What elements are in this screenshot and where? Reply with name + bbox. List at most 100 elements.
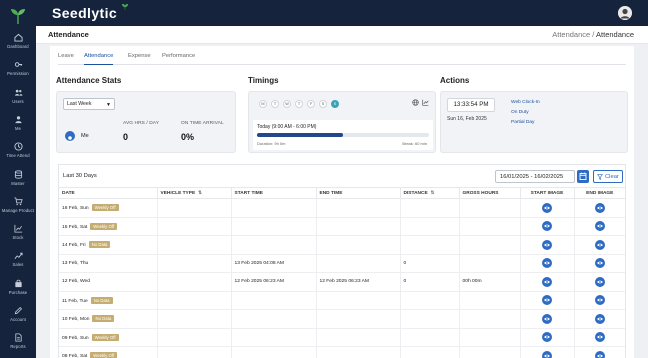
partial-day-link[interactable]: Partial Day bbox=[511, 120, 534, 125]
breadcrumb-parent[interactable]: Attendance bbox=[552, 30, 590, 39]
view-start-image-button[interactable] bbox=[542, 258, 552, 269]
view-end-image-button[interactable] bbox=[594, 350, 605, 358]
brand-name[interactable]: Seedlytic bbox=[52, 5, 117, 21]
date-text: 15 Feb, Sat bbox=[62, 224, 88, 230]
globe-icon[interactable] bbox=[412, 99, 419, 106]
tab-leave[interactable]: Leave bbox=[58, 53, 74, 65]
chart-icon[interactable] bbox=[422, 99, 429, 106]
view-end-image-button[interactable] bbox=[594, 332, 605, 343]
attendance-log: Last 30 Days 16/01/2025 - 16/02/2025 Cle… bbox=[58, 164, 626, 358]
sidebar-item-purchase[interactable]: Purchase bbox=[0, 279, 36, 309]
sales-icon bbox=[14, 253, 23, 260]
view-start-image-button[interactable] bbox=[542, 295, 552, 306]
calendar-button[interactable] bbox=[577, 170, 589, 183]
view-end-image-button[interactable] bbox=[594, 221, 605, 232]
view-start-image-button[interactable] bbox=[542, 276, 552, 287]
sort-icon[interactable]: ⇅ bbox=[198, 190, 202, 195]
table-row: 12 Feb, Wed 12 Feb 2025 06:23 AM 12 Feb 20… bbox=[59, 272, 625, 292]
cell-end-image bbox=[574, 346, 625, 358]
bag-icon bbox=[14, 279, 22, 287]
view-start-image-button[interactable] bbox=[542, 221, 552, 232]
eye-icon bbox=[544, 206, 550, 210]
date-range-input[interactable]: 16/01/2025 - 16/02/2025 bbox=[495, 170, 575, 183]
cell-start-time bbox=[231, 291, 317, 310]
cell-date: 13 Feb, Thu bbox=[59, 254, 158, 273]
view-start-image-button[interactable] bbox=[542, 350, 552, 358]
view-start-image-button[interactable] bbox=[542, 202, 552, 213]
sidebar-item-sales[interactable]: Sales bbox=[0, 251, 36, 281]
chart-line-icon bbox=[13, 224, 22, 233]
cell-start-time bbox=[231, 235, 317, 255]
sidebar-item-label: Master bbox=[11, 180, 25, 186]
weekday-3[interactable]: T bbox=[295, 100, 303, 108]
cell-start-time bbox=[231, 346, 317, 358]
cell-date: 15 Feb, Sat Weekly Off bbox=[59, 217, 158, 236]
sidebar-item-account[interactable]: Account bbox=[0, 306, 36, 336]
sidebar-item-permission[interactable]: Permission bbox=[0, 60, 36, 90]
weekday-4[interactable]: F bbox=[307, 100, 315, 108]
sidebar-item-label: Manage Product bbox=[1, 207, 35, 213]
sidebar-item-time-attend[interactable]: Time Attend bbox=[0, 142, 36, 172]
period-select[interactable]: Last Week ▼ bbox=[63, 98, 115, 110]
main-content: Leave Attendance Expense Performance Att… bbox=[50, 46, 634, 358]
stats-title: Attendance Stats bbox=[56, 76, 122, 85]
user-avatar[interactable] bbox=[618, 6, 632, 20]
view-start-image-button[interactable] bbox=[542, 239, 552, 250]
cell-gross-hours bbox=[459, 346, 521, 358]
view-start-image-button[interactable] bbox=[542, 332, 552, 343]
cell-vehicle bbox=[157, 328, 232, 347]
sidebar-item-dashboard[interactable]: Dashboard bbox=[0, 33, 36, 63]
sidebar-item-stock[interactable]: Stock bbox=[0, 224, 36, 254]
col-start-image: START IMAGE bbox=[520, 187, 575, 199]
col-distance[interactable]: DISTANCE ⇅ bbox=[400, 187, 460, 199]
users-icon bbox=[14, 89, 23, 96]
sidebar-item-me[interactable]: Me bbox=[0, 115, 36, 145]
col-vehicle-type[interactable]: VEHICLE TYPE ⇅ bbox=[157, 187, 232, 199]
logo-leaf-icon[interactable] bbox=[8, 6, 28, 26]
sidebar-item-label: Stock bbox=[12, 235, 24, 241]
avg-hours-value: 0 bbox=[123, 132, 129, 142]
col-gross-hours: GROSS HOURS bbox=[459, 187, 521, 199]
view-end-image-button[interactable] bbox=[594, 239, 605, 250]
weekday-5[interactable]: S bbox=[319, 100, 327, 108]
clear-button[interactable]: Clear bbox=[593, 170, 623, 183]
table-row: 09 Feb, Sun Weekly Off bbox=[59, 328, 625, 347]
cell-distance bbox=[400, 346, 460, 358]
eye-icon bbox=[596, 243, 603, 247]
user-icon bbox=[14, 116, 22, 123]
col-date-label: DATE bbox=[62, 190, 75, 196]
cell-start-time bbox=[231, 217, 317, 236]
web-clock-in-link[interactable]: Web Clock-In bbox=[511, 100, 540, 105]
pencil-icon bbox=[14, 306, 22, 315]
weekday-1[interactable]: T bbox=[271, 100, 279, 108]
cell-start-image bbox=[520, 254, 575, 273]
tab-bar: Leave Attendance Expense Performance bbox=[58, 53, 626, 65]
view-end-image-button[interactable] bbox=[594, 313, 605, 324]
view-start-image-button[interactable] bbox=[542, 313, 552, 324]
eye-icon bbox=[544, 354, 550, 358]
sidebar-item-label: Permission bbox=[7, 71, 29, 77]
sidebar-item-label: Time Attend bbox=[6, 153, 30, 159]
sidebar-item-manage-product[interactable]: Manage Product bbox=[0, 197, 36, 227]
view-end-image-button[interactable] bbox=[594, 202, 605, 213]
tab-performance[interactable]: Performance bbox=[162, 53, 195, 65]
weekday-2[interactable]: W bbox=[283, 100, 291, 108]
tab-expense[interactable]: Expense bbox=[128, 53, 151, 65]
view-end-image-button[interactable] bbox=[594, 258, 605, 269]
table-row: 08 Feb, Sat Weekly Off bbox=[59, 346, 625, 358]
sidebar-item-label: Account bbox=[10, 317, 26, 322]
view-end-image-button[interactable] bbox=[594, 295, 605, 306]
weekday-6[interactable]: S bbox=[331, 100, 339, 108]
tab-attendance[interactable]: Attendance bbox=[84, 53, 114, 65]
sidebar-item-users[interactable]: Users bbox=[0, 88, 36, 118]
weekday-0[interactable]: M bbox=[259, 100, 267, 108]
sidebar-item-reports[interactable]: Reports bbox=[0, 333, 36, 358]
sort-icon[interactable]: ⇅ bbox=[431, 190, 435, 195]
timings-panel: MTWTFSS Today (9:00 AM - 6:00 PM) Durati… bbox=[248, 91, 436, 153]
page-title: Attendance bbox=[48, 30, 89, 39]
on-duty-link[interactable]: On Duty bbox=[511, 110, 529, 115]
view-end-image-button[interactable] bbox=[594, 276, 605, 287]
ontime-label: ON TIME ARRIVAL bbox=[181, 121, 224, 126]
cell-distance bbox=[400, 328, 460, 347]
sidebar-item-master[interactable]: Master bbox=[0, 169, 36, 200]
